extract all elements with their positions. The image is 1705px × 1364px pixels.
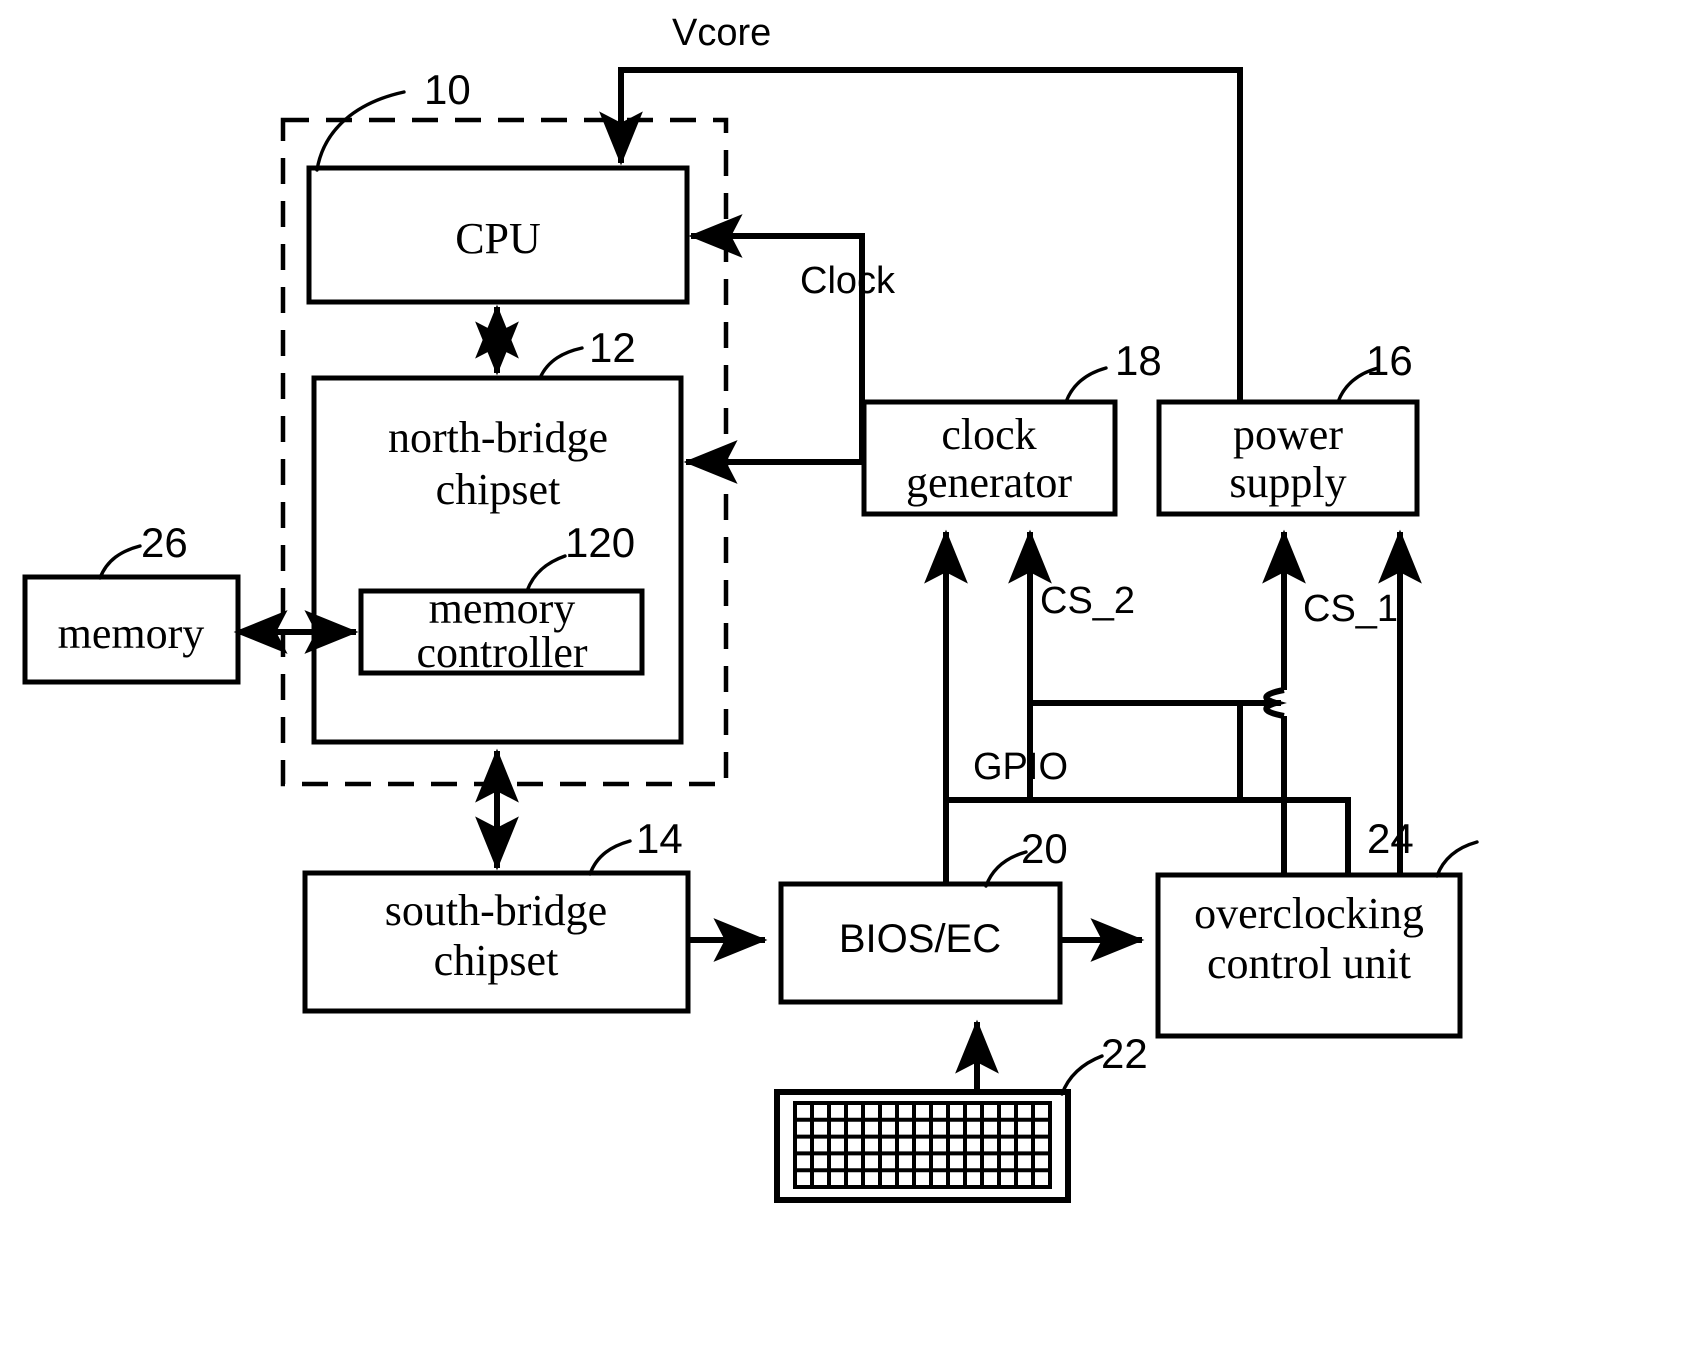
ref-numeral-14: 14 [636, 815, 683, 862]
ref-numeral-22: 22 [1101, 1030, 1148, 1077]
ref-numeral-24: 24 [1367, 815, 1414, 862]
signal-label-vcore: Vcore [672, 12, 771, 54]
block-power-supply-label-1: power [1233, 410, 1343, 459]
leader-14 [588, 839, 632, 876]
figure-canvas: CPU north-bridge chipset memory controll… [0, 0, 1705, 1364]
ref-numeral-16: 16 [1366, 337, 1413, 384]
signal-label-gpio: GPIO [973, 746, 1068, 788]
ref-numeral-26: 26 [141, 519, 188, 566]
leader-22 [1060, 1054, 1104, 1096]
block-bios-ec-label: BIOS/EC [839, 917, 1001, 961]
block-diagram-svg: CPU north-bridge chipset memory controll… [22, 12, 1479, 1203]
signal-label-cs1: CS_1 [1303, 588, 1398, 630]
block-north-bridge-label-1: north-bridge [388, 413, 608, 462]
ref-numeral-18: 18 [1115, 337, 1162, 384]
block-memory-label: memory [58, 609, 205, 658]
leader-24 [1435, 840, 1479, 878]
block-north-bridge-label-2: chipset [436, 465, 561, 514]
ref-numeral-20: 20 [1021, 825, 1068, 872]
leader-20 [984, 850, 1028, 888]
signal-label-clock: Clock [800, 260, 896, 302]
leader-18 [1064, 366, 1108, 404]
ref-numeral-120: 120 [565, 519, 635, 566]
keyboard-icon[interactable] [774, 1089, 1071, 1203]
ref-numeral-12: 12 [589, 324, 636, 371]
block-overclocking-label-1: overclocking [1194, 889, 1424, 938]
block-memory-controller-label-2: controller [416, 628, 587, 677]
block-power-supply-label-2: supply [1229, 458, 1346, 507]
leader-10 [315, 90, 406, 172]
block-south-bridge-label-2: chipset [434, 936, 559, 985]
block-south-bridge-label-1: south-bridge [385, 886, 607, 935]
ref-numeral-10: 10 [424, 66, 471, 113]
signal-label-cs2: CS_2 [1040, 580, 1135, 622]
block-overclocking-label-2: control unit [1207, 939, 1411, 988]
block-memory-controller-label-1: memory [429, 584, 576, 633]
leader-12 [538, 346, 584, 380]
leader-26 [98, 544, 142, 580]
block-cpu-label: CPU [455, 214, 541, 263]
block-clock-generator-label-2: generator [906, 458, 1072, 507]
block-clock-generator-label-1: clock [941, 410, 1036, 459]
